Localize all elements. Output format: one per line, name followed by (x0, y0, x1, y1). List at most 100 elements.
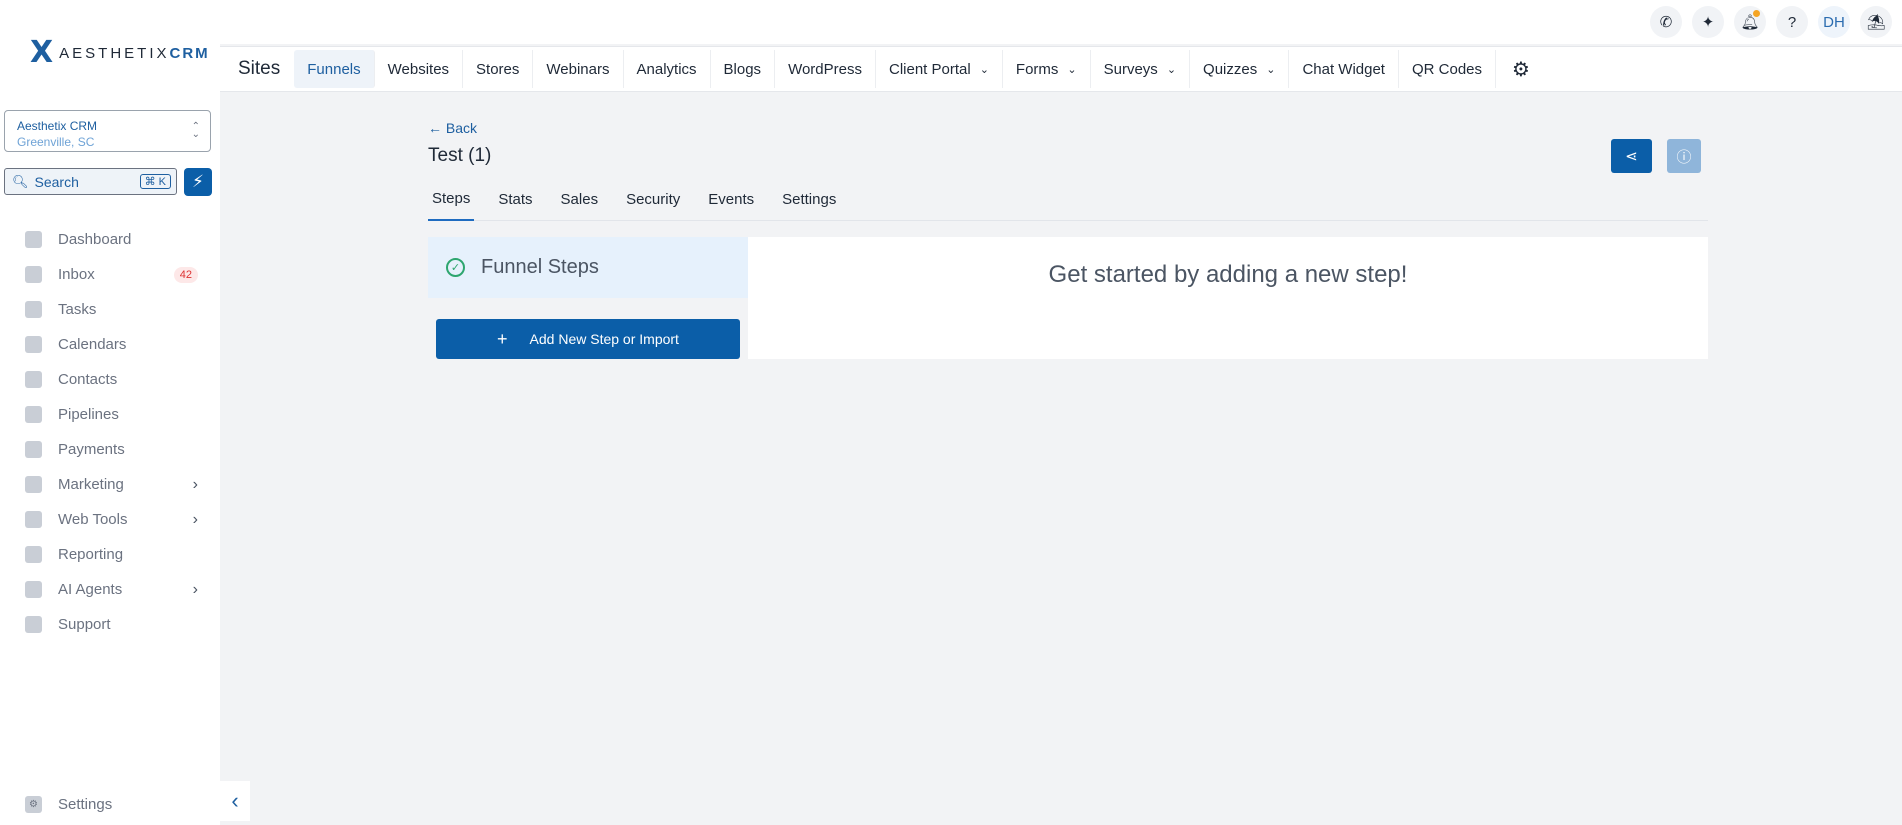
funnel-tab-stats[interactable]: Stats (494, 178, 536, 221)
help-button[interactable]: ? (1776, 6, 1808, 38)
arrow-left-icon: ← (428, 120, 442, 136)
notification-dot (1753, 10, 1760, 17)
share-button[interactable]: ⋖ (1611, 139, 1652, 173)
logo-mark: X (30, 38, 53, 68)
sidebar-item-label: Web Tools (58, 511, 128, 528)
quick-actions-button[interactable]: ⚡︎ (184, 168, 212, 196)
sidebar-item-label: Settings (58, 796, 112, 813)
tab-stores[interactable]: Stores (463, 50, 533, 88)
tab-chat-widget[interactable]: Chat Widget (1289, 50, 1399, 88)
chevron-right-icon: › (193, 581, 198, 599)
tab-client-portal[interactable]: Client Portal⌄ (876, 50, 1003, 88)
ai-sparkle-button[interactable]: ✦ (1692, 6, 1724, 38)
lightning-icon: ⚡︎ (192, 172, 204, 192)
funnel-tabs: Steps Stats Sales Security Events Settings (428, 178, 1708, 221)
tab-label: Stores (476, 61, 519, 78)
sidebar-item-settings[interactable]: ⚙ Settings (0, 787, 220, 822)
tab-qr-codes[interactable]: QR Codes (1399, 50, 1496, 88)
share-icon: ⋖ (1625, 147, 1638, 165)
funnel-tab-steps[interactable]: Steps (428, 178, 474, 221)
sidebar-item-calendars[interactable]: Calendars (0, 327, 220, 362)
empty-state-message: Get started by adding a new step! (748, 261, 1708, 289)
back-link[interactable]: ← Back (428, 120, 477, 136)
chevron-down-icon: ⌄ (1266, 63, 1275, 76)
add-step-label: Add New Step or Import (530, 331, 679, 347)
tab-webinars[interactable]: Webinars (533, 50, 623, 88)
user-avatar[interactable]: DH (1818, 6, 1850, 38)
logo-text: AESTHETIXCRM (59, 45, 210, 62)
calendar-icon (25, 336, 42, 353)
sidebar-item-dashboard[interactable]: Dashboard (0, 222, 220, 257)
sidebar-item-inbox[interactable]: Inbox42 (0, 257, 220, 292)
sidebar-item-label: Marketing (58, 476, 124, 493)
sidebar-item-label: Pipelines (58, 406, 119, 423)
chevron-up-down-icon: ⌃⌄ (192, 123, 200, 139)
sidebar-item-label: Reporting (58, 546, 123, 563)
check-circle-icon: ✓ (446, 258, 465, 277)
sidebar-item-support[interactable]: Support (0, 607, 220, 642)
funnel-tab-security[interactable]: Security (622, 178, 684, 221)
tab-label: Funnels (307, 61, 360, 78)
pipelines-icon (25, 406, 42, 423)
sidebar-item-pipelines[interactable]: Pipelines (0, 397, 220, 432)
search-input[interactable]: 🔍︎ Search ⌘ K (4, 168, 177, 195)
funnel-tab-sales[interactable]: Sales (557, 178, 603, 221)
ai-agents-icon (25, 581, 42, 598)
tab-label: Quizzes (1203, 61, 1257, 78)
page-title: Test (1) (428, 145, 491, 167)
tab-forms[interactable]: Forms ⌄ (1003, 50, 1091, 88)
info-button[interactable]: ⓘ (1667, 139, 1701, 173)
tab-blogs[interactable]: Blogs (711, 50, 776, 88)
sidebar-item-ai-agents[interactable]: AI Agents› (0, 572, 220, 607)
tab-label: Forms (1016, 61, 1059, 78)
reporting-icon (25, 546, 42, 563)
tab-websites[interactable]: Websites (375, 50, 463, 88)
tab-analytics[interactable]: Analytics (624, 50, 711, 88)
funnel-steps-header: ✓ Funnel Steps (428, 237, 748, 298)
back-label: Back (446, 120, 477, 136)
account-icon: ⛱ (1866, 13, 1885, 31)
dashboard-icon (25, 231, 42, 248)
marketing-icon (25, 476, 42, 493)
sidebar-item-marketing[interactable]: Marketing› (0, 467, 220, 502)
search-label: Search (35, 174, 140, 190)
tab-surveys[interactable]: Surveys⌄ (1091, 50, 1190, 88)
unread-count-badge: 42 (174, 267, 198, 283)
add-new-step-button[interactable]: + Add New Step or Import (436, 319, 740, 359)
sidebar-item-label: Contacts (58, 371, 117, 388)
sidebar-item-reporting[interactable]: Reporting (0, 537, 220, 572)
sidebar-item-payments[interactable]: Payments (0, 432, 220, 467)
gear-icon[interactable]: ⚙ (1512, 57, 1530, 82)
search-icon: 🔍︎ (12, 174, 29, 190)
funnel-tab-settings[interactable]: Settings (778, 178, 840, 221)
funnel-steps-panel: ✓ Funnel Steps + Add New Step or Import (428, 237, 748, 359)
sidebar-item-tasks[interactable]: Tasks (0, 292, 220, 327)
account-switcher-button[interactable]: ⛱ (1860, 6, 1892, 38)
tab-funnels[interactable]: Funnels (294, 50, 374, 88)
chevron-down-icon: ⌄ (1067, 63, 1076, 76)
sidebar-item-label: Dashboard (58, 231, 131, 248)
tab-quizzes[interactable]: Quizzes ⌄ (1190, 50, 1289, 88)
sidebar-item-contacts[interactable]: Contacts (0, 362, 220, 397)
notifications-button[interactable]: 🔔︎ (1734, 6, 1766, 38)
top-header: ✆ ✦ 🔔︎ ? DH ⛱ (220, 0, 1902, 44)
phone-button[interactable]: ✆ (1650, 6, 1682, 38)
brand-logo[interactable]: X AESTHETIXCRM (30, 38, 210, 68)
funnel-tab-events[interactable]: Events (704, 178, 758, 221)
inbox-icon (25, 266, 42, 283)
location-city: Greenville, SC (17, 135, 198, 149)
sidebar-item-label: Support (58, 616, 111, 633)
tab-label: Surveys (1104, 61, 1158, 78)
payments-icon (25, 441, 42, 458)
contacts-icon (25, 371, 42, 388)
location-name: Aesthetix CRM (17, 119, 198, 133)
tab-wordpress[interactable]: WordPress (775, 50, 876, 88)
sidebar-item-web-tools[interactable]: Web Tools› (0, 502, 220, 537)
sparkle-icon: ✦ (1702, 13, 1715, 31)
tab-label: Webinars (546, 61, 609, 78)
location-switcher[interactable]: Aesthetix CRM Greenville, SC ⌃⌄ (4, 110, 211, 152)
tab-label: Chat Widget (1302, 61, 1385, 78)
steps-empty-state: Get started by adding a new step! (748, 237, 1708, 359)
funnel-steps-title: Funnel Steps (481, 256, 599, 279)
collapse-sidebar-button[interactable]: ‹ (220, 781, 250, 821)
